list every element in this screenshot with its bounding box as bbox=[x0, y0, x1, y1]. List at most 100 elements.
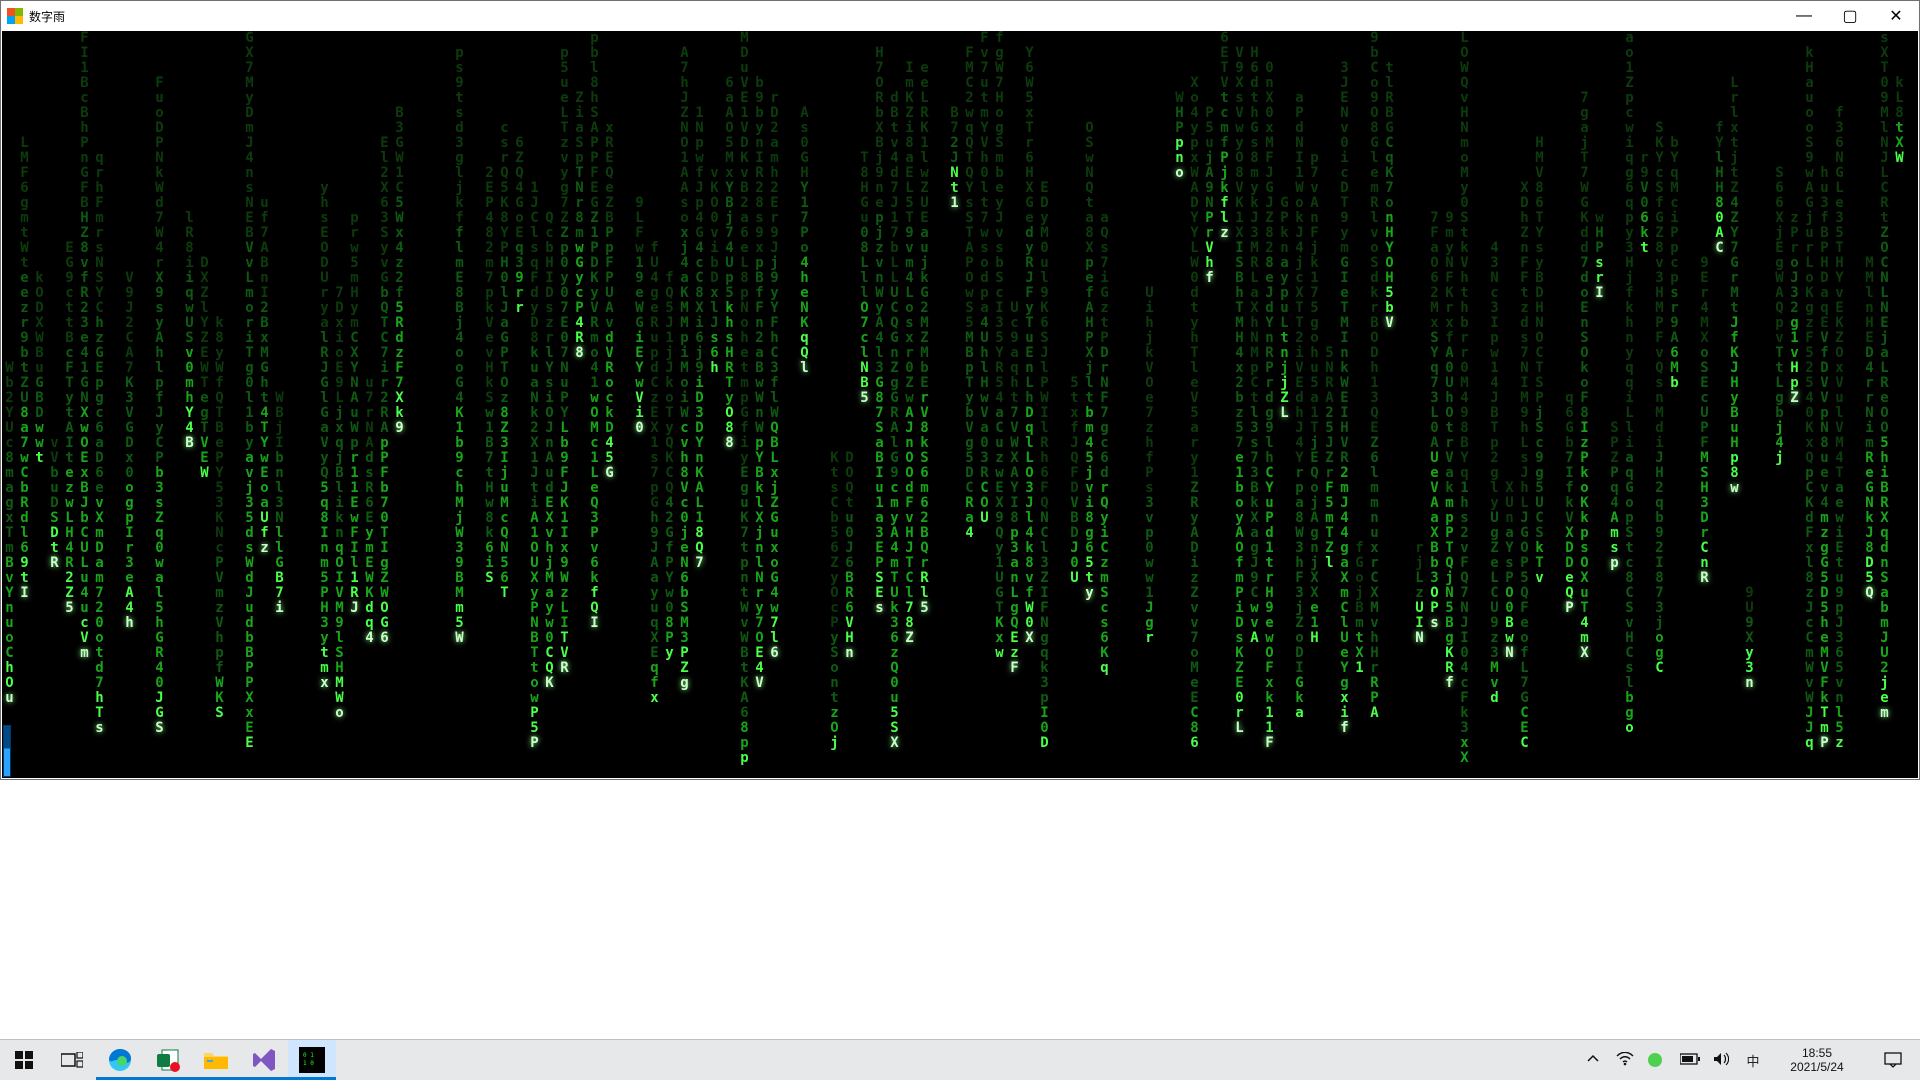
rain-column: 7FaO62MxSYq73L0AUeVAaXBb3OPs bbox=[1427, 31, 1442, 766]
taskbar-app-edge[interactable] bbox=[96, 1040, 144, 1080]
rain-column: XDhZnFFtzds7NIM9hLsJhLJGOP5QFeofL7GCEC bbox=[1517, 31, 1532, 766]
clock-date: 2021/5/24 bbox=[1790, 1060, 1843, 1074]
rain-column: LMF6gmtWteezr9btZU8a7wCbRdl69tI bbox=[17, 31, 32, 766]
close-button[interactable]: ✕ bbox=[1873, 1, 1919, 31]
matrix-rain-canvas: Wb2YUc8magxTmBvYnuoChOu LMF6gmtWteezr9bt… bbox=[2, 31, 1918, 778]
rain-column: dBtv4d7J17bLLUCQGnZgGRAlG9cmyA4mTUk36zQ0… bbox=[887, 31, 902, 766]
tray-overflow-button[interactable] bbox=[1584, 1052, 1602, 1068]
audio-level-gauge bbox=[3, 725, 11, 777]
rain-column: yhsEODUryalRJGlGaVyQ5q8Inm5PH3ytmx bbox=[317, 31, 332, 766]
rain-column: ImKZi8aEL5T9vm4Losxr0ZwAJnOOdFvHJTCl78Z bbox=[902, 31, 917, 766]
rain-column: A7hJZNO1AAsoxj4aKMMpiMoiWcvh8Vc0jeN6bSM3… bbox=[677, 31, 692, 766]
rain-column: f36NGLe35THYvEKZOxVulVM4TaewiEtu9pJ365vn… bbox=[1832, 31, 1847, 766]
rain-column: MMlnHED4rrNimReGNkJ8D5Q bbox=[1862, 31, 1877, 766]
rain-column: QcbHIDszrlYsiOJnAudEXvhjMayw0CQK bbox=[542, 31, 557, 766]
minimize-button[interactable]: — bbox=[1781, 1, 1827, 31]
rain-column: 1NpwfJp4G4cC8Xi6j9iD3DYnKAL18Q7 bbox=[692, 31, 707, 766]
taskbar-app-digital-rain[interactable]: 0 1 1 0 bbox=[288, 1040, 336, 1080]
rain-column: bYqMciPpcpsr9A6Mb bbox=[1667, 31, 1682, 766]
maximize-button[interactable]: ▢ bbox=[1827, 1, 1873, 31]
rain-column: UihjkVOe7zhfPs3vp0ww1Jgr bbox=[1142, 31, 1157, 766]
chevron-up-icon bbox=[1587, 1053, 1599, 1065]
wifi-glyph-icon bbox=[1616, 1052, 1634, 1066]
rain-column: FI1BcBhPnGFBHZ8vfR23e41GNXwOExBJbCULu4uc… bbox=[77, 31, 92, 766]
rain-column: aPdNI1WokJ4jcXTT2iVEdhJ4Yrpa8W3hF3jZoDIG… bbox=[1292, 31, 1307, 766]
rain-column: rjLzUIN bbox=[1412, 31, 1427, 766]
rain-column: csrQ5K8YPH0lJaGPTOz8Z3IjuMcQN56T bbox=[497, 31, 512, 766]
wifi-icon[interactable] bbox=[1616, 1052, 1634, 1069]
rain-column: KtsCb56ZyOcPySontzOj bbox=[827, 31, 842, 766]
rain-column: vKO0vibDxlJs6h bbox=[707, 31, 722, 766]
rain-column: qrhFmrsNSYChzGEpgc6aD6evXmDam720otd7hTs bbox=[92, 31, 107, 766]
rain-column: 7gajT7WGKdd7doEnSOkoF8IzPkoKkpsOXuT4mX bbox=[1577, 31, 1592, 766]
rain-column: aQs7iGztPDrNF7gc6drQyiCzmScs6Kq bbox=[1097, 31, 1112, 766]
app-icon bbox=[7, 8, 23, 24]
rain-column: 9LFw19eWGiEYwVi0 bbox=[632, 31, 647, 766]
taskbar-app-excel[interactable] bbox=[144, 1040, 192, 1080]
start-button[interactable] bbox=[0, 1040, 48, 1080]
rain-column: p7vAnFjk175gohu5a1TjEQojAgnjXXe1H bbox=[1307, 31, 1322, 766]
app-window: 数字雨 — ▢ ✕ Wb2YUc8magxTmBvYnuoChOu LMF6gm… bbox=[0, 0, 1920, 780]
rain-column: prw5mHymCXYNAuWpr11EwFIl1RJ bbox=[347, 31, 362, 766]
rain-column: SKYcSfGZ8v3HMPFvQsnMdiJH2qb92I873jogC bbox=[1652, 31, 1667, 766]
window-title: 数字雨 bbox=[29, 8, 65, 25]
rain-column: hu3fBPHDaqEVfDVVpN8uev4mzgG5D5heMVFkTmP bbox=[1817, 31, 1832, 766]
rain-column: kL8tXW bbox=[1892, 31, 1907, 766]
rain-column: uf7ABnI2BxMGht4TYwEoaUfz bbox=[257, 31, 272, 766]
rain-column: 9bCo9O8GlemRlvoSdkrBODh13QEZ6lmmnuxrCXMv… bbox=[1367, 31, 1382, 766]
rain-column: HMV86TYsyBDHNOCTSPjSc9g5UCSkTv bbox=[1532, 31, 1547, 766]
rain-column: q6Gb7IfkVXDDeQP bbox=[1562, 31, 1577, 766]
rain-column: WBjIbnl3NllGB7i bbox=[272, 31, 287, 766]
clock[interactable]: 18:55 2021/5/24 bbox=[1776, 1046, 1858, 1074]
rain-column: vVbuDSDtR bbox=[47, 31, 62, 766]
rain-column: rD2amh2Er9Jj9yYFhC3flWQBLxjZGuxoG4w7l6 bbox=[767, 31, 782, 766]
rain-column: tlRBGCqK7onHYOH5bV bbox=[1382, 31, 1397, 766]
clock-time: 18:55 bbox=[1802, 1046, 1832, 1060]
rain-column: V9XsVwyO8VK1XISBhTMH4x2bz57e1boyAOfmPiDs… bbox=[1232, 31, 1247, 766]
rain-column: T8HGu08LllO7clNB5 bbox=[857, 31, 872, 766]
rain-column: zProJ32g1vHpZ bbox=[1787, 31, 1802, 766]
action-center-button[interactable] bbox=[1872, 1052, 1914, 1068]
rain-column: S66XjEgWAQpvTtLgbj4j bbox=[1772, 31, 1787, 766]
rain-column: Uc9aqht7VWXAYI8p3anLgQEzF bbox=[1007, 31, 1022, 766]
rain-column: 5NRA25JZrF5mTZl bbox=[1322, 31, 1337, 766]
svg-text:0 1: 0 1 bbox=[303, 1052, 314, 1059]
rain-column: ao1Zpcwiqg6qpy3HjfkhnyqqiLliaqGopStc8CSv… bbox=[1622, 31, 1637, 766]
taskbar-app-visual-studio[interactable] bbox=[240, 1040, 288, 1080]
rain-column: fQ5J1jJkoTyQKCQ42GfPYw08Py bbox=[662, 31, 677, 766]
taskbar-app-explorer[interactable] bbox=[192, 1040, 240, 1080]
rain-column: pbl8hSAPPFEGZ1PDKyVRmo41wOMc1LeQ3Pv6kfQI bbox=[587, 31, 602, 766]
rain-column: eeLRK1lwZUEaujkG2MZMbErV8kS6m62BQrRl5 bbox=[917, 31, 932, 766]
volume-icon[interactable] bbox=[1712, 1052, 1730, 1069]
rain-column: 9myNFKrxfA0UhOtrVakmpPTQjN5BgKRf bbox=[1442, 31, 1457, 766]
rain-column: 6ETVtcmfPjkflz bbox=[1217, 31, 1232, 766]
title-bar[interactable]: 数字雨 — ▢ ✕ bbox=[1, 1, 1919, 31]
rain-column: FuoDPNkWd7W4rX9syAhlpfJyCPb3sZq0wal5hGR4… bbox=[152, 31, 167, 766]
taskbar: 0 1 1 0 中 bbox=[0, 1039, 1920, 1080]
ime-indicator[interactable]: 中 bbox=[1744, 1051, 1762, 1070]
battery-glyph-icon bbox=[1680, 1053, 1700, 1065]
rain-column: fU4geRupdCzEX1s7pGh9JAayuqXEqfx bbox=[647, 31, 662, 766]
visual-studio-icon bbox=[251, 1047, 277, 1073]
rain-column: fYlHH80AC bbox=[1712, 31, 1727, 766]
rain-column: 9Er4MXoSEcUPFMSH3DrCnR bbox=[1697, 31, 1712, 766]
rain-column: u7rNAdsR6EymEWKdq4 bbox=[362, 31, 377, 766]
rain-column: 43Nc3Ipw14JBTp2glyUgZeLCU9z3Mvd bbox=[1487, 31, 1502, 766]
rain-column: fGojBmtX1 bbox=[1352, 31, 1367, 766]
speaker-glyph-icon bbox=[1713, 1052, 1729, 1066]
rain-column: Xo4ypxWADYYLW0dtyhTleV5ary1ZRyADizZvv7oM… bbox=[1187, 31, 1202, 766]
rain-column: 9U9Xy3n bbox=[1742, 31, 1757, 766]
rain-column: FMC2wqQTQYsSTAPOwS5MBpTybVg5DCRa4 bbox=[962, 31, 977, 766]
rain-column: MDuVE1VDKvB2a6eL8pNohetmpGfiyEguK7tpntWv… bbox=[737, 31, 752, 766]
status-green-icon[interactable] bbox=[1648, 1053, 1666, 1067]
rain-column: DXZlYZEWTegTVEW bbox=[197, 31, 212, 766]
rain-column: xREQeZBPpFPUAvdVRockD45G bbox=[602, 31, 617, 766]
rain-column: lR8iiqwUSv0mhY4B bbox=[182, 31, 197, 766]
digital-rain-app-icon: 0 1 1 0 bbox=[299, 1047, 325, 1073]
rain-column: 7DxioE9LjxqjBliknqOIVM9lSHMWo bbox=[332, 31, 347, 766]
task-view-button[interactable] bbox=[48, 1040, 96, 1080]
rain-column: El2X63SyvGbQTC7ir2RApPFb70TIgZWOG6 bbox=[377, 31, 392, 766]
battery-icon[interactable] bbox=[1680, 1052, 1698, 1068]
rain-column: ZiaSpTNr8mwGycP4R8 bbox=[572, 31, 587, 766]
rain-column: 1JClsqFdyD8kuaNk2X1JtiA1OUXyPNBTtowP5P bbox=[527, 31, 542, 766]
